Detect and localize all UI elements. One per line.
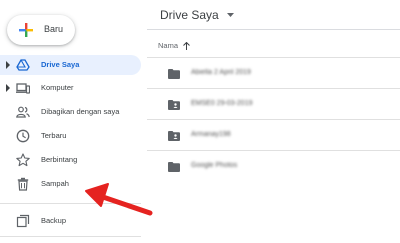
chevron-down-icon[interactable] [226, 13, 234, 17]
sidebar-divider [0, 203, 141, 204]
plus-icon [19, 23, 33, 37]
backup-icon [16, 214, 30, 228]
file-name: Google Photos [191, 162, 238, 169]
new-button-label: Baru [44, 24, 64, 34]
sidebar-item-label: Terbaru [41, 131, 67, 140]
expand-caret-icon[interactable] [5, 61, 11, 69]
star-icon [16, 153, 30, 167]
column-header-name[interactable]: Nama [158, 41, 190, 50]
computer-icon [16, 83, 30, 94]
file-row[interactable]: Google Photos [147, 150, 400, 181]
file-row[interactable]: Abiella 2 April 2019 [147, 57, 400, 88]
clock-icon [16, 129, 30, 143]
sidebar-item-dibagikan[interactable]: Dibagikan dengan saya [0, 102, 141, 122]
sidebar-item-label: Komputer [41, 83, 74, 92]
sidebar: Baru Drive Saya Komputer Dibagikan denga… [0, 0, 147, 243]
sidebar-item-drive-saya[interactable]: Drive Saya [0, 55, 141, 75]
file-name: Abiella 2 April 2019 [191, 69, 251, 76]
sidebar-item-label: Sampah [41, 179, 69, 188]
new-button[interactable]: Baru [7, 15, 75, 45]
column-header-label: Nama [158, 41, 179, 50]
file-row[interactable]: EMSE0 29-03-2019 [147, 88, 400, 119]
page-title: Drive Saya [160, 8, 219, 22]
sidebar-item-label: Drive Saya [41, 60, 80, 69]
shared-folder-icon [168, 100, 180, 110]
sidebar-item-label: Backup [41, 216, 67, 225]
sidebar-divider [0, 236, 141, 237]
header-divider [147, 29, 400, 30]
shared-folder-icon [168, 131, 180, 141]
sidebar-item-backup[interactable]: Backup [0, 211, 141, 231]
folder-icon [168, 69, 180, 79]
file-name: Armanay198 [191, 131, 231, 138]
drive-icon [16, 59, 30, 71]
sidebar-item-terbaru[interactable]: Terbaru [0, 126, 141, 146]
sidebar-item-komputer[interactable]: Komputer [0, 78, 141, 98]
file-row[interactable]: Armanay198 [147, 119, 400, 150]
sidebar-item-label: Dibagikan dengan saya [41, 107, 120, 116]
expand-caret-icon[interactable] [5, 84, 11, 92]
shared-icon [16, 106, 30, 118]
sidebar-item-sampah[interactable]: Sampah [0, 174, 141, 194]
sort-up-arrow-icon[interactable] [183, 41, 190, 50]
folder-icon [168, 162, 180, 172]
location-title[interactable]: Drive Saya [160, 8, 234, 22]
main-content: Drive Saya Nama Abiella 2 April 2019 EMS… [147, 0, 400, 243]
sidebar-item-label: Berbintang [41, 155, 78, 164]
trash-icon [17, 177, 29, 191]
file-name: EMSE0 29-03-2019 [191, 100, 253, 107]
sidebar-item-berbintang[interactable]: Berbintang [0, 150, 141, 170]
